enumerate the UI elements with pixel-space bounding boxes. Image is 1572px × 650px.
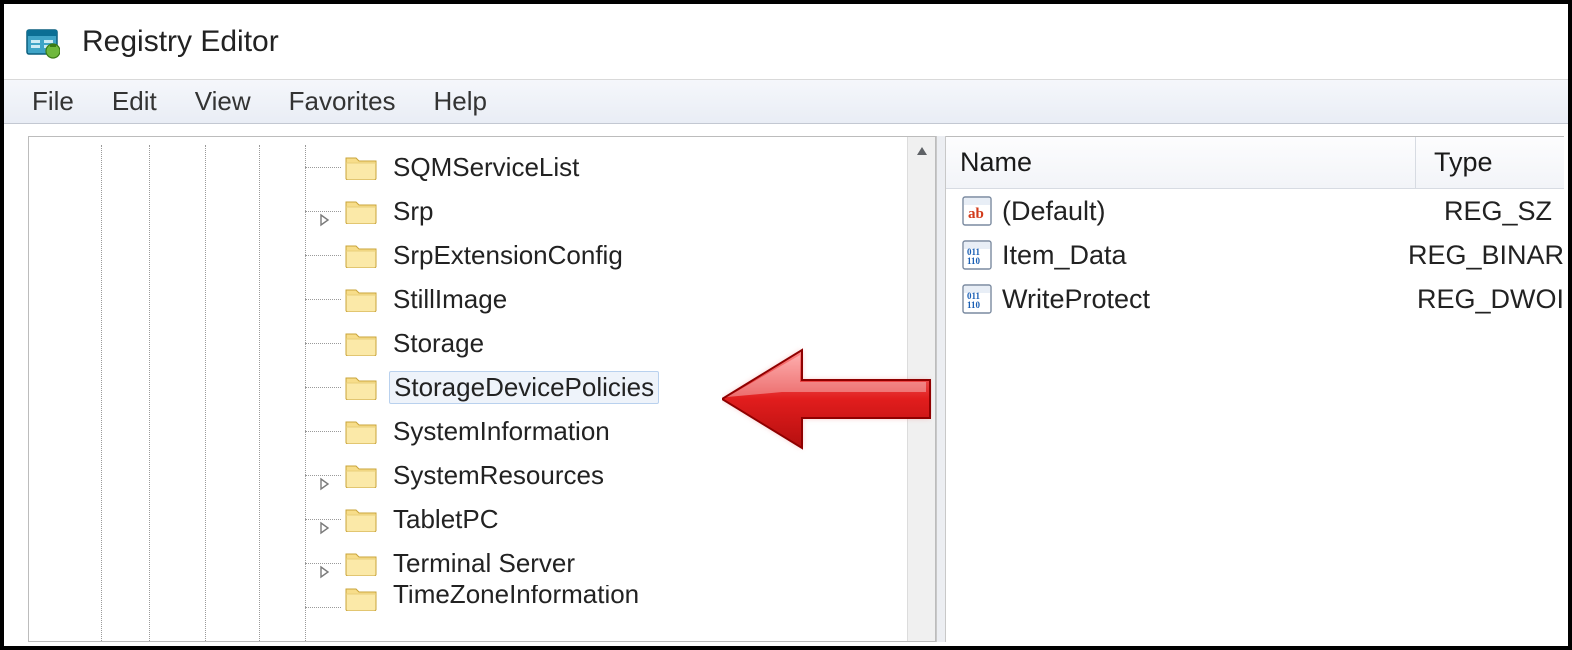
expand-icon[interactable] bbox=[317, 555, 331, 569]
string-value-icon bbox=[962, 196, 992, 226]
tree-item-label: SQMServiceList bbox=[389, 152, 583, 183]
folder-icon bbox=[345, 242, 377, 268]
tree-item-label: Storage bbox=[389, 328, 488, 359]
tree-item-label: TabletPC bbox=[389, 504, 503, 535]
menubar: File Edit View Favorites Help bbox=[4, 80, 1568, 124]
tree-item[interactable]: SystemInformation bbox=[29, 409, 905, 453]
tree-item-label: SrpExtensionConfig bbox=[389, 240, 627, 271]
folder-icon bbox=[345, 506, 377, 532]
tree-item[interactable]: StorageDevicePolicies bbox=[29, 365, 905, 409]
tree-item[interactable]: SystemResources bbox=[29, 453, 905, 497]
folder-icon bbox=[345, 154, 377, 180]
menu-view[interactable]: View bbox=[195, 86, 251, 117]
folder-icon bbox=[345, 286, 377, 312]
value-type: REG_SZ bbox=[1426, 196, 1552, 227]
expand-icon[interactable] bbox=[317, 203, 331, 217]
tree-item[interactable]: TabletPC bbox=[29, 497, 905, 541]
list-row[interactable]: WriteProtectREG_DWOI bbox=[946, 277, 1564, 321]
tree-item[interactable]: TimeZoneInformation bbox=[29, 585, 905, 611]
scroll-up-icon[interactable] bbox=[908, 137, 936, 165]
regedit-icon bbox=[24, 24, 60, 60]
tree-item-label: Terminal Server bbox=[389, 548, 579, 579]
list-row[interactable]: Item_DataREG_BINAR bbox=[946, 233, 1564, 277]
value-name: (Default) bbox=[1002, 196, 1426, 227]
menu-help[interactable]: Help bbox=[434, 86, 487, 117]
folder-icon bbox=[345, 550, 377, 576]
folder-icon bbox=[345, 198, 377, 224]
binary-value-icon bbox=[962, 284, 992, 314]
folder-icon bbox=[345, 330, 377, 356]
folder-icon bbox=[345, 585, 377, 611]
expand-icon[interactable] bbox=[317, 467, 331, 481]
value-type: REG_BINAR bbox=[1390, 240, 1564, 271]
tree-item[interactable]: SQMServiceList bbox=[29, 145, 905, 189]
tree-item-label: Srp bbox=[389, 196, 437, 227]
tree-item-label: StorageDevicePolicies bbox=[389, 371, 659, 404]
tree-item-label: StillImage bbox=[389, 284, 511, 315]
tree-item-label: TimeZoneInformation bbox=[389, 585, 643, 610]
window-title: Registry Editor bbox=[82, 25, 279, 59]
list-pane[interactable]: Name Type (Default)REG_SZItem_DataREG_BI… bbox=[946, 136, 1564, 642]
column-name[interactable]: Name bbox=[946, 137, 1416, 188]
tree-item[interactable]: StillImage bbox=[29, 277, 905, 321]
tree-scrollbar[interactable] bbox=[907, 137, 935, 641]
value-name: WriteProtect bbox=[1002, 284, 1399, 315]
value-name: Item_Data bbox=[1002, 240, 1390, 271]
menu-edit[interactable]: Edit bbox=[112, 86, 157, 117]
binary-value-icon bbox=[962, 240, 992, 270]
tree-item-label: SystemInformation bbox=[389, 416, 614, 447]
tree-item[interactable]: Srp bbox=[29, 189, 905, 233]
tree-item[interactable]: Storage bbox=[29, 321, 905, 365]
tree-item[interactable]: SrpExtensionConfig bbox=[29, 233, 905, 277]
list-header: Name Type bbox=[946, 137, 1564, 189]
list-row[interactable]: (Default)REG_SZ bbox=[946, 189, 1564, 233]
titlebar: Registry Editor bbox=[4, 4, 1568, 80]
tree-item[interactable]: Terminal Server bbox=[29, 541, 905, 585]
folder-icon bbox=[345, 418, 377, 444]
column-type[interactable]: Type bbox=[1416, 137, 1564, 188]
menu-favorites[interactable]: Favorites bbox=[289, 86, 396, 117]
folder-icon bbox=[345, 462, 377, 488]
tree-item-label: SystemResources bbox=[389, 460, 608, 491]
menu-file[interactable]: File bbox=[32, 86, 74, 117]
expand-icon[interactable] bbox=[317, 511, 331, 525]
folder-icon bbox=[345, 374, 377, 400]
splitter[interactable] bbox=[936, 136, 946, 642]
tree-pane[interactable]: SQMServiceList Srp SrpExtensionConfig Still… bbox=[28, 136, 936, 642]
value-type: REG_DWOI bbox=[1399, 284, 1564, 315]
